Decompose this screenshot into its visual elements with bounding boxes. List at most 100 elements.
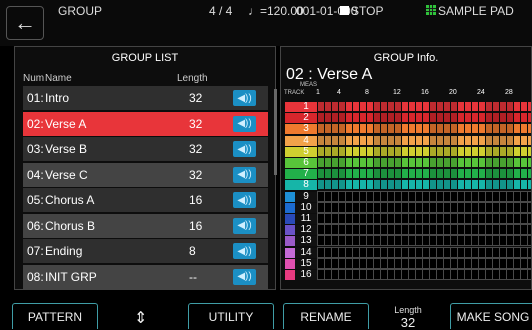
measure-cell[interactable] [430, 113, 436, 123]
measure-cell[interactable] [388, 169, 394, 179]
measure-cell[interactable] [395, 124, 401, 134]
measure-cell[interactable] [394, 201, 402, 213]
measure-cell[interactable] [451, 158, 457, 167]
measure-cell[interactable] [444, 135, 450, 145]
measure-cell[interactable] [457, 246, 465, 258]
measure-cell[interactable] [450, 224, 458, 236]
rename-button[interactable]: RENAME [283, 303, 369, 329]
measure-cell[interactable] [436, 257, 444, 269]
measure-cell[interactable] [493, 158, 499, 167]
measure-cell[interactable] [324, 190, 332, 202]
measure-cell[interactable] [366, 257, 374, 269]
measure-cell[interactable] [465, 113, 471, 123]
measure-cell[interactable] [520, 269, 528, 280]
measure-cell[interactable] [324, 257, 332, 269]
measure-cell[interactable] [528, 158, 531, 167]
measure-cell[interactable] [352, 257, 360, 269]
measure-cell[interactable] [388, 158, 394, 167]
measure-cell[interactable] [408, 235, 416, 247]
measure-cell[interactable] [479, 180, 485, 190]
measure-cell[interactable] [415, 269, 423, 280]
measure-cell[interactable] [353, 135, 359, 145]
measure-cell[interactable] [513, 246, 521, 258]
measure-cell[interactable] [430, 102, 436, 111]
measure-cell[interactable] [338, 257, 346, 269]
measure-cell[interactable] [471, 235, 479, 247]
measure-cell[interactable] [409, 135, 415, 145]
measure-cell[interactable] [465, 158, 471, 167]
measure-cell[interactable] [457, 224, 465, 236]
measure-cell[interactable] [346, 158, 352, 167]
measure-cell[interactable] [359, 235, 367, 247]
measure-cell[interactable] [464, 257, 472, 269]
measure-cell[interactable] [366, 235, 374, 247]
measure-cell[interactable] [422, 190, 430, 202]
measure-cell[interactable] [359, 201, 367, 213]
measure-cell[interactable] [345, 213, 353, 224]
measure-cell[interactable] [331, 190, 339, 202]
measure-cell[interactable] [360, 146, 366, 156]
measure-cell[interactable] [451, 180, 457, 190]
measure-cell[interactable] [430, 169, 436, 179]
measure-cell[interactable] [521, 169, 527, 179]
measure-cell[interactable] [492, 190, 500, 202]
measure-cell[interactable] [332, 124, 338, 134]
measure-cell[interactable] [381, 146, 387, 156]
measure-cell[interactable] [527, 269, 531, 280]
measure-cell[interactable] [437, 158, 443, 167]
speaker-icon[interactable]: ◀)) [233, 115, 256, 132]
measure-cell[interactable] [345, 257, 353, 269]
measure-cell[interactable] [520, 201, 528, 213]
measure-cell[interactable] [332, 135, 338, 145]
measure-cell[interactable] [513, 201, 521, 213]
measure-cell[interactable] [422, 246, 430, 258]
measure-cell[interactable] [373, 201, 381, 213]
back-button[interactable]: ← [6, 6, 44, 40]
measure-cell[interactable] [409, 180, 415, 190]
measure-cell[interactable] [514, 158, 520, 167]
measure-cell[interactable] [444, 124, 450, 134]
measure-cell[interactable] [380, 269, 388, 280]
measure-cell[interactable] [450, 235, 458, 247]
measure-cell[interactable] [387, 235, 395, 247]
measure-cell[interactable] [443, 190, 451, 202]
measure-cell[interactable] [451, 146, 457, 156]
measure-cell[interactable] [381, 113, 387, 123]
measure-cell[interactable] [457, 257, 465, 269]
measure-cell[interactable] [528, 124, 531, 134]
measure-cell[interactable] [366, 269, 374, 280]
measure-cell[interactable] [359, 246, 367, 258]
measure-cell[interactable] [366, 246, 374, 258]
measure-cell[interactable] [443, 224, 451, 236]
measure-cell[interactable] [485, 213, 493, 224]
measure-cell[interactable] [318, 124, 324, 134]
measure-cell[interactable] [485, 235, 493, 247]
measure-cell[interactable] [514, 102, 520, 111]
measure-cell[interactable] [373, 269, 381, 280]
measure-cell[interactable] [458, 169, 464, 179]
measure-cell[interactable] [408, 269, 416, 280]
measure-cell[interactable] [527, 213, 531, 224]
measure-cell[interactable] [429, 201, 437, 213]
measure-cell[interactable] [353, 158, 359, 167]
pattern-button[interactable]: PATTERN [12, 303, 98, 329]
measure-cell[interactable] [345, 246, 353, 258]
measure-cell[interactable] [416, 158, 422, 167]
group-row[interactable]: 05: Chorus A 16 ◀)) [23, 188, 268, 212]
measure-cell[interactable] [317, 190, 325, 202]
measure-cell[interactable] [395, 102, 401, 111]
measure-cell[interactable] [437, 146, 443, 156]
measure-cell[interactable] [352, 269, 360, 280]
speaker-icon[interactable]: ◀)) [233, 243, 256, 259]
measure-cell[interactable] [423, 146, 429, 156]
measure-cell[interactable] [374, 146, 380, 156]
measure-cell[interactable] [331, 235, 339, 247]
measure-cell[interactable] [395, 113, 401, 123]
measure-cell[interactable] [479, 158, 485, 167]
measure-cell[interactable] [325, 158, 331, 167]
measure-cell[interactable] [528, 169, 531, 179]
measure-cell[interactable] [520, 213, 528, 224]
measure-cell[interactable] [380, 235, 388, 247]
measure-cell[interactable] [492, 269, 500, 280]
measure-cell[interactable] [513, 224, 521, 236]
